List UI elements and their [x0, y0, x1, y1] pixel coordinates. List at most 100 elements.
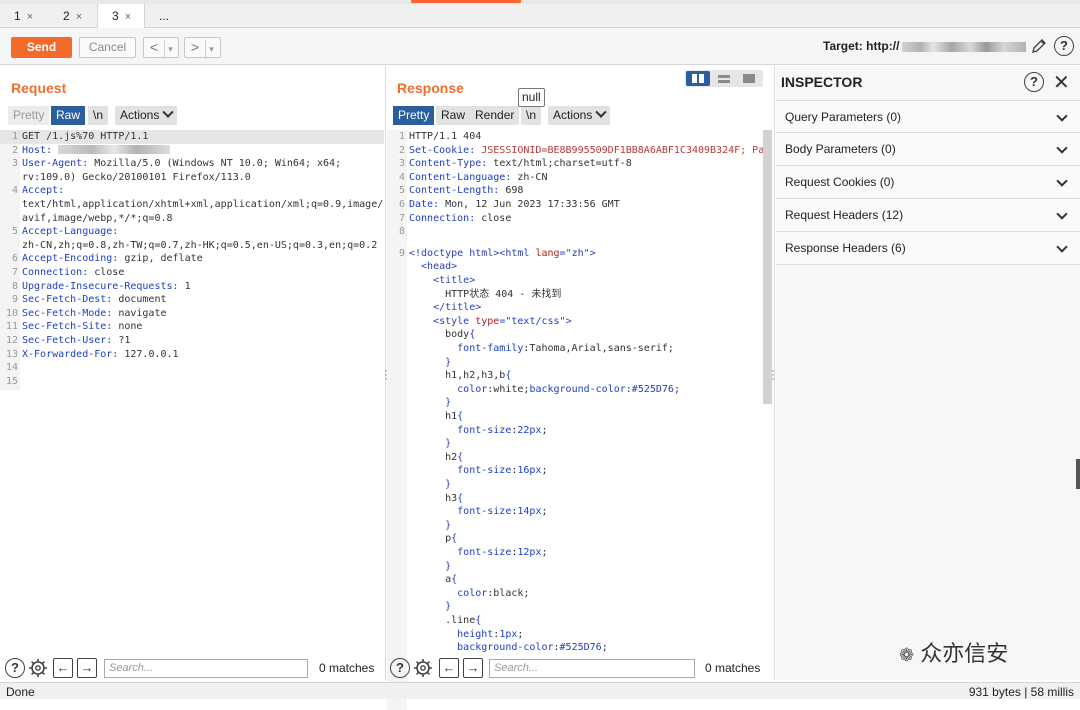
target-display[interactable]: Target: http:// — [823, 39, 1027, 53]
response-line: 1 HTTP/1.1 404 — [387, 130, 763, 144]
request-match-count: 0 matches — [319, 661, 375, 675]
help-icon[interactable]: ? — [390, 658, 410, 678]
line-number: 5 — [398, 185, 405, 197]
response-editor[interactable]: 1 HTTP/1.1 404 2 Set-Cookie: JSESSIONID=BE8… — [387, 130, 763, 710]
arrow-left-icon[interactable]: ← — [439, 658, 459, 678]
line-text: <!doctype html><html lang="zh"> — [409, 247, 596, 259]
response-raw-tab[interactable]: Raw — [436, 106, 471, 125]
line-text: } — [409, 479, 452, 490]
response-line: 9 <!doctype html><html lang="zh"> — [387, 247, 763, 261]
layout-single-icon[interactable] — [737, 71, 761, 86]
close-icon[interactable]: ✕ — [1053, 73, 1070, 93]
help-icon[interactable]: ? — [5, 658, 25, 678]
inspector-section-body-params[interactable]: Body Parameters (0) — [776, 133, 1080, 166]
tab-3[interactable]: 3 × — [97, 4, 145, 28]
request-editor[interactable]: 1 GET /1.js%70 HTTP/1.1 2 Host: 3 User-Agent… — [0, 130, 384, 390]
response-line: color:white;background-color:#525D76; — [387, 383, 763, 397]
line-text: Sec-Fetch-Dest: document — [22, 294, 167, 306]
arrow-right-icon[interactable]: → — [77, 658, 97, 678]
chevron-down-icon — [1056, 110, 1068, 122]
request-raw-tab[interactable]: Raw — [51, 106, 86, 125]
response-pretty-tab[interactable]: Pretty — [393, 106, 435, 125]
tab-1[interactable]: 1 × — [0, 4, 48, 28]
watermark-text: 众亦信安 — [920, 641, 1009, 666]
request-actions-menu[interactable]: Actions — [115, 106, 178, 125]
line-number: 14 — [5, 362, 18, 374]
gear-icon[interactable] — [413, 658, 433, 678]
line-text: color:black; — [409, 587, 530, 599]
response-newline-toggle[interactable]: \n — [521, 106, 542, 125]
inspector-panel: INSPECTOR Query Parameters (0) Body Para… — [776, 66, 1080, 680]
line-text: HTTP状态 404 - 未找到 — [409, 288, 562, 300]
line-text: Accept-Language: — [22, 226, 125, 238]
response-actions-menu[interactable]: Actions — [548, 106, 611, 125]
line-text: text/html,application/xhtml+xml,applicat… — [22, 199, 384, 210]
line-text: p{ — [409, 533, 458, 545]
line-text: font-size:22px; — [409, 424, 548, 436]
line-text: Accept-Encoding: gzip, deflate — [22, 253, 203, 265]
section-label: Request Headers (12) — [785, 208, 904, 222]
tab-2[interactable]: 2 × — [49, 4, 97, 28]
request-pretty-tab[interactable]: Pretty — [8, 106, 50, 125]
gear-icon[interactable] — [28, 658, 48, 678]
chevron-down-icon — [1056, 142, 1068, 154]
layout-toggle[interactable] — [685, 70, 763, 87]
inspector-section-request-headers[interactable]: Request Headers (12) — [776, 199, 1080, 232]
line-number: 10 — [5, 307, 18, 319]
layout-side-by-side-icon[interactable] — [686, 71, 710, 86]
history-forward-button[interactable]: > ▾ — [184, 37, 221, 59]
response-search-input[interactable]: Search... — [489, 659, 695, 678]
close-icon[interactable]: × — [76, 11, 82, 23]
actions-label: Actions — [553, 108, 593, 122]
arrow-left-icon[interactable]: ← — [53, 658, 73, 678]
line-text: } — [409, 438, 452, 450]
tab-label: 3 — [112, 9, 119, 23]
response-scrollbar[interactable] — [763, 130, 772, 404]
chevron-down-icon[interactable]: ▾ — [164, 40, 176, 59]
response-line: color:black; — [387, 587, 763, 601]
request-line: rv:109.0) Gecko/20100101 Firefox/113.0 — [0, 171, 384, 185]
line-text: avif,image/webp,*/*;q=0.8 — [22, 212, 173, 224]
response-render-tab[interactable]: Render — [470, 106, 520, 125]
line-text: zh-CN,zh;q=0.8,zh-TW;q=0.7,zh-HK;q=0.5,e… — [22, 239, 378, 251]
toolbar: Send Cancel < ▾ > ▾ Target: http:// ? — [0, 28, 1080, 65]
response-line: .line{ — [387, 614, 763, 628]
inspector-section-request-cookies[interactable]: Request Cookies (0) — [776, 166, 1080, 199]
line-number: 13 — [5, 348, 18, 360]
response-line: } — [387, 600, 763, 614]
inspector-help-icon[interactable]: ? — [1024, 72, 1044, 92]
tab-label: 2 — [63, 9, 70, 23]
inspector-section-query-params[interactable]: Query Parameters (0) — [776, 100, 1080, 133]
response-line: <head> — [387, 260, 763, 274]
line-text: font-family:Tahoma,Arial,sans-serif; — [409, 343, 674, 354]
send-button[interactable]: Send — [11, 37, 72, 58]
request-line: 3 User-Agent: Mozilla/5.0 (Windows NT 10.… — [0, 157, 384, 171]
response-line: 5 Content-Length: 698 — [387, 184, 763, 198]
response-line: HTTP状态 404 - 未找到 — [387, 288, 763, 302]
arrow-right-icon[interactable]: → — [463, 658, 483, 678]
close-icon[interactable]: × — [125, 11, 131, 23]
response-line: body{ — [387, 328, 763, 342]
help-icon[interactable]: ? — [1054, 36, 1074, 56]
response-line: } — [387, 437, 763, 451]
pencil-icon[interactable] — [1030, 37, 1048, 55]
response-line: height:1px; — [387, 628, 763, 642]
close-icon[interactable]: × — [27, 11, 33, 23]
status-right: 931 bytes | 58 millis — [968, 685, 1074, 699]
chevron-down-icon[interactable]: ▾ — [205, 40, 217, 59]
chevron-down-icon — [1056, 241, 1068, 253]
line-text: Connection: close — [22, 267, 125, 278]
request-search-input[interactable]: Search... — [104, 659, 308, 678]
layout-stacked-icon[interactable] — [712, 71, 736, 86]
response-line: font-family:Tahoma,Arial,sans-serif; — [387, 342, 763, 356]
response-line: h3{ — [387, 492, 763, 506]
section-label: Response Headers (6) — [785, 241, 906, 255]
tab-new[interactable]: ... — [145, 4, 185, 28]
line-text: Content-Type: text/html;charset=utf-8 — [409, 158, 632, 170]
line-text: Connection: close — [409, 212, 512, 224]
request-panel: Request Pretty Raw \n Actions 1 GET /1.js… — [0, 66, 388, 680]
request-newline-toggle[interactable]: \n — [88, 106, 109, 125]
cancel-button[interactable]: Cancel — [79, 37, 136, 58]
inspector-section-response-headers[interactable]: Response Headers (6) — [776, 232, 1080, 265]
history-back-button[interactable]: < ▾ — [143, 37, 179, 59]
